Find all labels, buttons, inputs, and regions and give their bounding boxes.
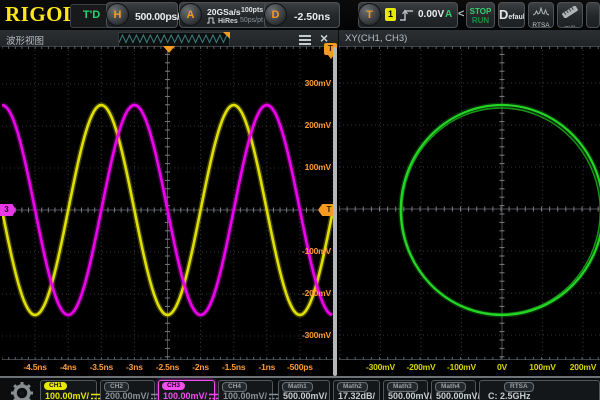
axis-tick-label: -2ns (184, 362, 218, 372)
delay-knob[interactable]: D (264, 3, 287, 26)
math4-status-box[interactable]: Math4 500.00mV/ (431, 380, 476, 400)
axis-tick-label: -1ns (250, 362, 284, 372)
default-button[interactable]: Default (498, 2, 525, 28)
axis-tick-label: 200mV (289, 120, 331, 130)
axis-tick-label: -4ns (51, 362, 85, 372)
axis-tick-label: -100mV (289, 246, 331, 256)
dc-coupling-icon (91, 393, 100, 400)
measure-button[interactable]: 测量 (557, 2, 583, 28)
waveform-window-header[interactable]: 波形视图 × (0, 30, 338, 47)
math3-scale: 500.00mV/ (388, 391, 432, 400)
horizontal-position-preview[interactable] (118, 32, 230, 47)
panel-scrollbar[interactable] (333, 47, 337, 376)
math2-scale: 17.32dB/ (338, 391, 375, 400)
axis-tick-label: 300mV (289, 78, 331, 88)
axis-tick-label: -2.5ns (151, 362, 185, 372)
rtsa-center-freq: C: 2.5GHz (488, 391, 531, 400)
axis-tick-label: -200mV (289, 288, 331, 298)
default-label-rest: efault (508, 14, 525, 21)
sample-rate: 20GSa/s (207, 7, 241, 17)
ruler-icon (561, 6, 579, 18)
measure-label: 测量 (558, 24, 582, 28)
ch1-tab: CH1 (44, 382, 67, 390)
axis-tick-label: -1.5ns (217, 362, 251, 372)
horizontal-knob[interactable]: H (106, 3, 129, 26)
default-label-initial: D (499, 7, 508, 22)
sample-interval: 50ps/pt (240, 17, 263, 24)
ch3-tab: CH3 (162, 382, 185, 390)
collapse-toolbar-chevron[interactable]: < (458, 8, 464, 20)
ch3-status-box[interactable]: CH3 100.00mV/ Ω (158, 380, 215, 400)
trigger-level-value: 0.00V (418, 9, 444, 20)
axis-tick-label: 0V (485, 362, 519, 372)
square-wave-icon (207, 17, 216, 24)
toolbar-edge-button[interactable] (586, 2, 600, 28)
trigger-sweep-mode: A (445, 9, 452, 20)
ch1-scale: 100.00mV/ (45, 391, 89, 400)
xy-window-header[interactable]: XY(CH1, CH3) (338, 30, 600, 47)
axis-tick-label: -3ns (117, 362, 151, 372)
channel-status-bar: CH1 100.00mV/ Ω CH2 200.00mV/ Ω CH3 100.… (0, 378, 600, 400)
math2-status-box[interactable]: Math2 17.32dB/ (333, 380, 380, 400)
rtsa-status-box[interactable]: RTSA C: 2.5GHz (479, 380, 600, 400)
ch3-scale: 100.00mV/ (163, 391, 207, 400)
waveform-display[interactable] (2, 46, 333, 360)
trigger-source-badge: 1 (385, 8, 396, 21)
math1-status-box[interactable]: Math1 500.00mV/ (278, 380, 330, 400)
waveform-window-title: 波形视图 (6, 33, 44, 47)
axis-tick-label: -300mV (289, 330, 331, 340)
ch4-scale: 100.00mV/ (223, 391, 267, 400)
top-bar: RIGOL T'D 500.00ps/ H 20GSa/s HiRes 100p… (0, 0, 600, 30)
axis-tick-label: -3.5ns (84, 362, 118, 372)
oscilloscope-screen: RIGOL T'D 500.00ps/ H 20GSa/s HiRes 100p… (0, 0, 600, 400)
memory-depth: 100pts (241, 7, 263, 14)
stop-run-button[interactable]: STOP RUN (466, 2, 495, 28)
ch4-status-box[interactable]: CH4 100.00mV/ Ω (218, 380, 273, 400)
axis-tick-label: 100mV (289, 162, 331, 172)
run-label: RUN (467, 16, 494, 25)
stop-label: STOP (467, 7, 494, 16)
ch2-scale: 200.00mV/ (105, 391, 149, 400)
axis-tick-label: -100mV (445, 362, 479, 372)
spectrum-icon (533, 7, 550, 16)
horizontal-scale-value: 500.00ps/ (135, 11, 180, 23)
math1-scale: 500.00mV/ (283, 391, 327, 400)
axis-tick-label: -500ps (283, 362, 317, 372)
ch1-status-box[interactable]: CH1 100.00mV/ Ω (40, 380, 97, 400)
xy-window-title: XY(CH1, CH3) (345, 33, 407, 44)
axis-tick-label: 200mV (566, 362, 600, 372)
axis-tick-label: -200mV (404, 362, 438, 372)
xy-display[interactable] (339, 46, 600, 360)
rising-edge-icon (399, 7, 415, 23)
dc-coupling-icon (269, 393, 278, 400)
axis-tick-label: 100mV (526, 362, 560, 372)
math3-status-box[interactable]: Math3 500.00mV/ (383, 380, 428, 400)
rtsa-label: RTSA (529, 22, 553, 28)
acq-mode: HiRes (207, 17, 238, 25)
axis-tick-label: -300mV (364, 362, 398, 372)
rtsa-button[interactable]: RTSA (528, 2, 554, 28)
rigol-logo: RIGOL (5, 2, 78, 27)
ch2-status-box[interactable]: CH2 200.00mV/ Ω (100, 380, 155, 400)
math4-scale: 500.00mV/ (436, 391, 480, 400)
dc-coupling-icon (209, 393, 218, 400)
gear-icon[interactable] (6, 380, 38, 400)
trigger-position-marker[interactable] (163, 46, 175, 53)
acquisition-knob[interactable]: A (179, 3, 202, 26)
delay-value: -2.50ns (294, 11, 330, 23)
axis-tick-label: -4.5ns (18, 362, 52, 372)
trigger-knob[interactable]: T (358, 3, 381, 26)
